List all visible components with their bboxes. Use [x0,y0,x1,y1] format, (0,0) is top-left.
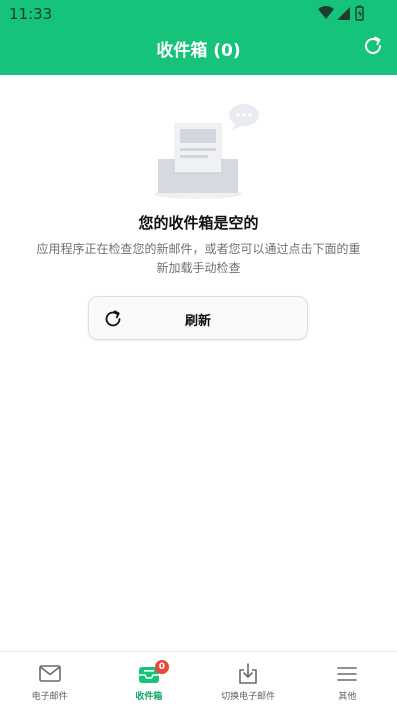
inbox-count-badge: 0 [154,660,169,674]
download-icon [235,662,261,686]
signal-icon [337,7,350,20]
nav-item-label: 切换电子邮件 [221,692,276,702]
status-bar: 11:33 [0,0,397,26]
empty-state-description: 应用程序正在检查您的新邮件，或者您可以通过点击下面的重新加载手动检查 [36,242,361,275]
nav-item-more[interactable]: 其他 [298,652,397,707]
nav-item-label: 收件箱 [135,692,163,702]
refresh-button-label: 刷新 [184,314,211,329]
mail-icon [37,662,63,686]
refresh-button[interactable]: 刷新 [88,296,308,340]
wifi-icon [318,6,334,19]
refresh-icon[interactable] [362,35,384,57]
nav-item-label: 其他 [338,692,357,702]
empty-inbox-illustration [152,101,262,201]
battery-icon [355,5,364,21]
nav-item-label: 电子邮件 [31,692,68,702]
menu-icon [334,662,360,686]
bottom-navigation: 电子邮件 0 收件箱 切换电子邮件 其他 [0,651,397,707]
status-icons [317,5,369,21]
app-header: 11:33 收件箱 (0) [0,0,397,75]
nav-item-email[interactable]: 电子邮件 [0,652,99,707]
status-time: 11:33 [9,5,53,23]
page-title: 收件箱 (0) [156,41,241,61]
empty-state-title: 您的收件箱是空的 [138,214,259,232]
nav-item-inbox[interactable]: 0 收件箱 [99,652,198,707]
nav-item-switch-email[interactable]: 切换电子邮件 [199,652,298,707]
